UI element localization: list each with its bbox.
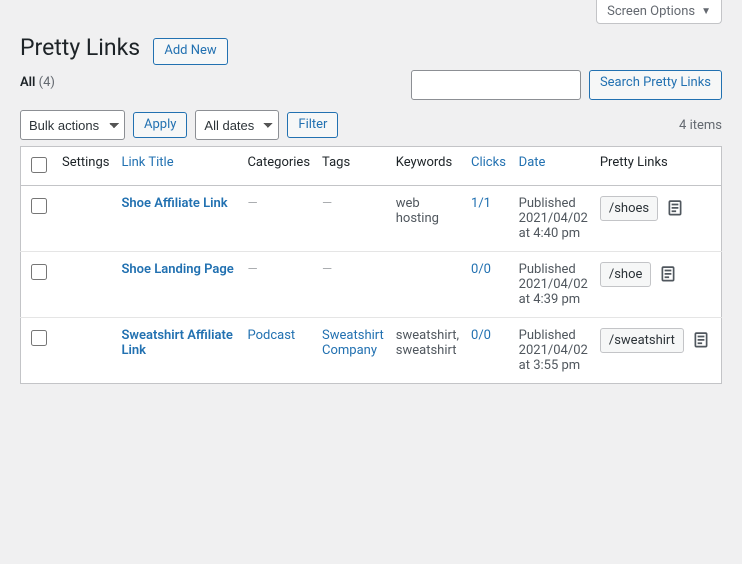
category-empty: — [247,196,257,211]
date-filter-select[interactable]: All dates [195,110,279,140]
col-tags: Tags [316,147,390,186]
col-pretty-links: Pretty Links [594,147,722,186]
tag-empty: — [322,196,332,211]
col-categories: Categories [241,147,316,186]
page-title: Pretty Links [20,34,140,61]
chevron-down-icon: ▼ [701,6,711,17]
filter-all-label[interactable]: All [20,75,35,90]
row-checkbox[interactable] [31,198,47,214]
category-empty: — [247,262,257,277]
clicks-link[interactable]: 0/0 [471,328,491,343]
clicks-link[interactable]: 1/1 [471,196,491,211]
add-new-button[interactable]: Add New [153,38,227,65]
links-table: Settings Link Title Categories Tags Keyw… [20,146,722,384]
apply-button[interactable]: Apply [133,112,187,139]
date-text: Published 2021/04/02 at 4:40 pm [519,196,588,241]
col-settings: Settings [56,147,115,186]
col-keywords: Keywords [390,147,465,186]
table-row: Shoe Landing Page — — 0/0 Published 2021/04/… [21,252,722,318]
link-title[interactable]: Sweatshirt Affiliate Link [121,328,232,358]
keywords-text: web hosting [396,196,439,226]
screen-options-toggle[interactable]: Screen Options ▼ [596,0,722,24]
bulk-actions-select[interactable]: Bulk actions [20,110,125,140]
date-text: Published 2021/04/02 at 3:55 pm [519,328,588,373]
filter-button[interactable]: Filter [287,112,338,139]
tag-empty: — [322,262,332,277]
filter-all-count: (4) [39,75,55,90]
tag-link[interactable]: Sweatshirt Company [322,328,384,358]
clipboard-icon[interactable] [659,266,677,284]
row-checkbox[interactable] [31,264,47,280]
keywords-text: sweatshirt, sweatshirt [396,328,459,358]
items-count: 4 items [679,118,722,133]
link-title[interactable]: Shoe Affiliate Link [121,196,227,211]
slug-box[interactable]: /shoe [600,262,652,287]
table-row: Shoe Affiliate Link — — web hosting 1/1 Publi… [21,186,722,252]
link-title[interactable]: Shoe Landing Page [121,262,233,277]
clipboard-icon[interactable] [692,332,710,350]
slug-box[interactable]: /sweatshirt [600,328,684,353]
search-input[interactable] [411,70,581,100]
table-row: Sweatshirt Affiliate Link Podcast Sweatshi… [21,318,722,384]
search-button[interactable]: Search Pretty Links [589,70,722,100]
row-checkbox[interactable] [31,330,47,346]
col-link-title[interactable]: Link Title [121,155,173,170]
select-all-checkbox[interactable] [31,157,47,173]
slug-box[interactable]: /shoes [600,196,658,221]
screen-options-label: Screen Options [607,4,695,19]
clipboard-icon[interactable] [666,200,684,218]
date-text: Published 2021/04/02 at 4:39 pm [519,262,588,307]
category-link[interactable]: Podcast [247,328,295,343]
col-date[interactable]: Date [519,155,546,170]
clicks-link[interactable]: 0/0 [471,262,491,277]
col-clicks[interactable]: Clicks [471,155,506,170]
